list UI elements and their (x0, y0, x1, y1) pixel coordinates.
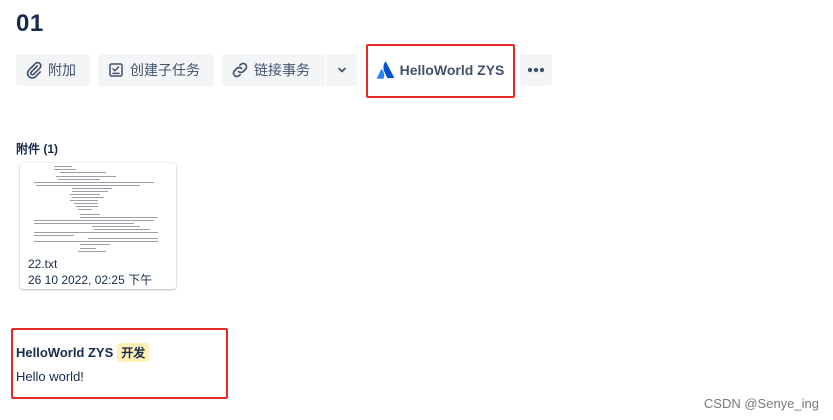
attachment-thumbnail (20, 163, 176, 255)
more-actions-button[interactable] (520, 54, 552, 86)
attachment-filename[interactable]: 22.txt (28, 257, 57, 271)
attachments-heading-label: 附件 (16, 142, 41, 156)
attach-button[interactable]: 附加 (16, 54, 90, 86)
link-issue-button[interactable]: 链接事务 (222, 54, 325, 86)
chevron-down-icon (336, 64, 348, 76)
link-issue-label: 链接事务 (254, 62, 310, 78)
issue-title: 01 (16, 10, 44, 37)
attachments-count: (1) (43, 142, 59, 156)
checkbox-list-icon (106, 60, 126, 80)
create-subtask-label: 创建子任务 (130, 62, 200, 78)
more-horizontal-icon (527, 67, 545, 73)
create-subtask-button[interactable]: 创建子任务 (98, 54, 214, 86)
link-issue-dropdown[interactable] (326, 54, 357, 86)
attach-button-label: 附加 (48, 62, 76, 78)
highlight-box-toolbar (366, 44, 515, 98)
link-icon (230, 60, 250, 80)
highlight-box-panel (11, 328, 228, 399)
attachments-heading: 附件 (1) (16, 140, 58, 157)
paperclip-icon (24, 60, 44, 80)
attachment-date: 26 10 2022, 02:25 下午 (28, 273, 153, 287)
watermark: CSDN @Senye_ing (703, 396, 819, 411)
attachment-card[interactable]: 22.txt 26 10 2022, 02:25 下午 (20, 163, 176, 289)
